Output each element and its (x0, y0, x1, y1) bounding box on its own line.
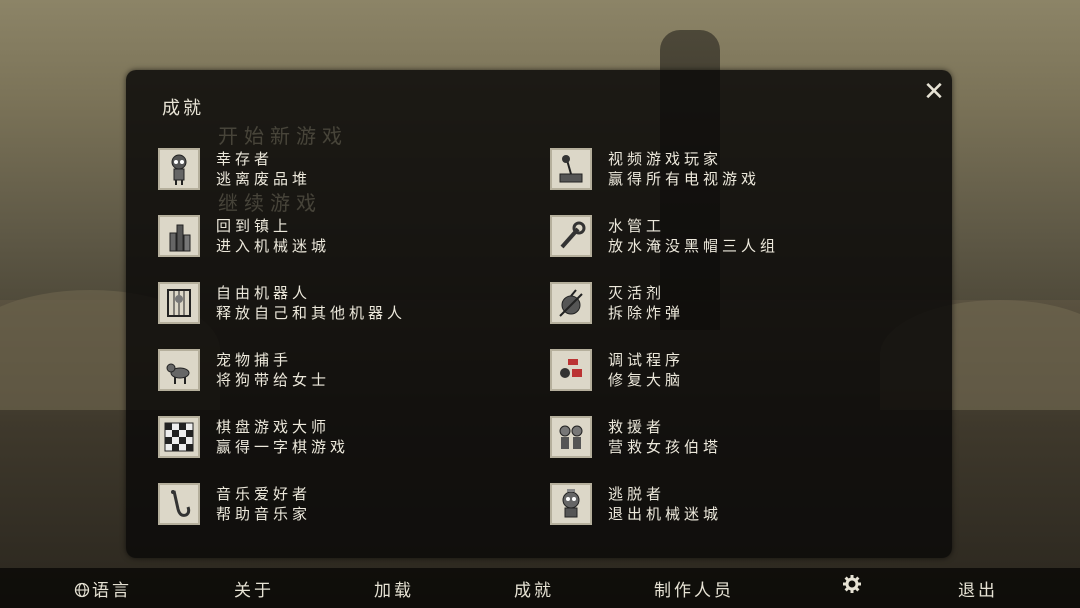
bottom-menu: 语言 关于 加载 成就 制作人员 退出 (0, 568, 1080, 608)
globe-icon (74, 582, 90, 598)
bomb-icon (550, 282, 592, 324)
achievement-name: 救援者 (608, 418, 666, 436)
achievement-name: 棋盘游戏大师 (216, 418, 331, 436)
achievement-item: 回到镇上 进入机械迷城 (158, 211, 518, 259)
achievement-name: 音乐爱好者 (216, 485, 312, 503)
achievement-name: 回到镇上 (216, 217, 293, 235)
achievement-desc: 释放自己和其他机器人 (216, 304, 407, 322)
menu-language[interactable]: 语言 (74, 576, 132, 601)
achievement-name: 调试程序 (608, 351, 685, 369)
panel-title: 成就 (162, 98, 204, 119)
achievement-desc: 营救女孩伯塔 (608, 438, 723, 456)
close-icon[interactable]: ✕ (920, 78, 948, 106)
gear-icon[interactable] (842, 574, 862, 599)
achievement-desc: 修复大脑 (608, 371, 685, 389)
achievement-desc: 退出机械迷城 (608, 505, 723, 523)
achievement-desc: 赢得一字棋游戏 (216, 438, 350, 456)
debug-icon (550, 349, 592, 391)
achievement-desc: 逃离废品堆 (216, 170, 312, 188)
menu-about[interactable]: 关于 (234, 576, 274, 601)
achievement-name: 视频游戏玩家 (608, 150, 723, 168)
achievement-item: 棋盘游戏大师 赢得一字棋游戏 (158, 412, 518, 460)
achievement-item: 水管工 放水淹没黑帽三人组 (550, 211, 910, 259)
achievement-name: 幸存者 (216, 150, 274, 168)
achievement-desc: 帮助音乐家 (216, 505, 312, 523)
menu-language-label: 语言 (92, 581, 132, 601)
achievement-item: 调试程序 修复大脑 (550, 345, 910, 393)
achievement-item: 逃脱者 退出机械迷城 (550, 479, 910, 527)
achievement-desc: 拆除炸弹 (608, 304, 685, 322)
robot-icon (158, 148, 200, 190)
board-icon (158, 416, 200, 458)
cage-icon (158, 282, 200, 324)
achievement-item: 救援者 营救女孩伯塔 (550, 412, 910, 460)
achievements-panel: 成就 ✕ 开始新游戏 继续游戏 幸存者 逃离废品堆 视频游戏玩家 赢得所有电视游… (126, 70, 952, 558)
city-icon (158, 215, 200, 257)
achievement-name: 自由机器人 (216, 284, 312, 302)
dog-icon (158, 349, 200, 391)
achievement-name: 逃脱者 (608, 485, 666, 503)
rescue-icon (550, 416, 592, 458)
menu-achievements[interactable]: 成就 (514, 576, 554, 601)
escape-robot-icon (550, 483, 592, 525)
achievement-desc: 放水淹没黑帽三人组 (608, 237, 780, 255)
menu-quit[interactable]: 退出 (958, 576, 998, 601)
achievement-desc: 赢得所有电视游戏 (608, 170, 761, 188)
achievement-item: 视频游戏玩家 赢得所有电视游戏 (550, 144, 910, 192)
achievement-name: 灭活剂 (608, 284, 666, 302)
menu-load[interactable]: 加载 (374, 576, 414, 601)
achievement-item: 宠物捕手 将狗带给女士 (158, 345, 518, 393)
achievement-desc: 进入机械迷城 (216, 237, 331, 255)
achievement-item: 幸存者 逃离废品堆 (158, 144, 518, 192)
menu-credits[interactable]: 制作人员 (654, 576, 734, 601)
wrench-icon (550, 215, 592, 257)
achievement-name: 水管工 (608, 217, 666, 235)
achievement-name: 宠物捕手 (216, 351, 293, 369)
achievement-desc: 将狗带给女士 (216, 371, 331, 389)
joystick-icon (550, 148, 592, 190)
achievement-item: 自由机器人 释放自己和其他机器人 (158, 278, 518, 326)
achievement-item: 灭活剂 拆除炸弹 (550, 278, 910, 326)
achievement-item: 音乐爱好者 帮助音乐家 (158, 479, 518, 527)
saxophone-icon (158, 483, 200, 525)
